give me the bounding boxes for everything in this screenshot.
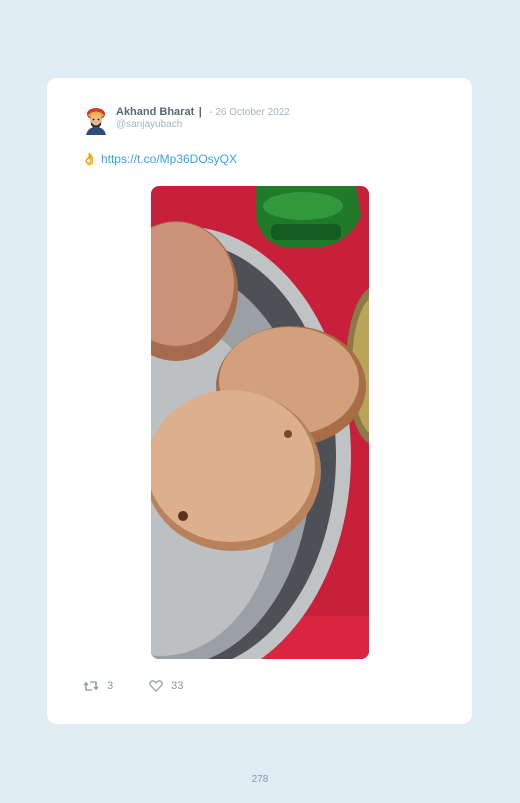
tweet-actions: 3 33 (83, 680, 219, 692)
tweet-date[interactable]: - 26 October 2022 (209, 107, 290, 118)
tweet-link[interactable]: https://t.co/Mp36DOsyQX (101, 152, 237, 166)
tweet-card: Akhand Bharat | - 26 October 2022 @sanja… (47, 78, 472, 724)
retweet-action[interactable]: 3 (83, 680, 113, 692)
author-block: Akhand Bharat | - 26 October 2022 @sanja… (116, 105, 290, 131)
tweet-photo[interactable] (151, 186, 369, 659)
author-handle[interactable]: @sanjayubach (116, 119, 290, 131)
avatar[interactable] (82, 105, 110, 135)
photo-image (151, 186, 369, 659)
author-name[interactable]: Akhand Bharat (116, 106, 194, 118)
retweet-count: 3 (107, 680, 114, 692)
heart-icon (149, 680, 163, 692)
retweet-icon (83, 681, 99, 691)
name-separator: | (198, 106, 202, 118)
page-number: 278 (251, 774, 269, 785)
tweet-header: Akhand Bharat | - 26 October 2022 @sanja… (82, 105, 290, 135)
tweet-text: 👌 https://t.co/Mp36DOsyQX (82, 152, 237, 166)
like-count: 33 (171, 680, 184, 692)
author-name-line: Akhand Bharat | - 26 October 2022 (116, 105, 290, 119)
like-action[interactable]: 33 (149, 680, 183, 692)
ok-hand-emoji: 👌 (82, 152, 97, 166)
